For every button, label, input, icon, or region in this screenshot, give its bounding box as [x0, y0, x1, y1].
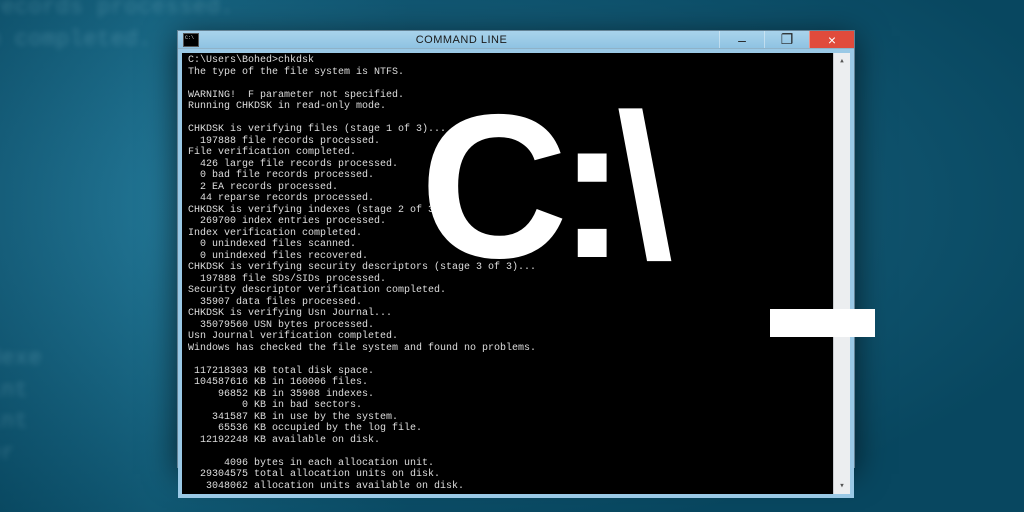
command-prompt-icon [178, 31, 204, 48]
console-output[interactable]: C:\Users\Bohed>chkdsk The type of the fi… [182, 53, 833, 494]
scroll-up-arrow[interactable]: ▴ [834, 53, 850, 69]
command-line-window: COMMAND LINE – ❐ × C:\Users\Bohed>chkdsk… [177, 30, 855, 468]
window-buttons: – ❐ × [719, 31, 854, 48]
maximize-button[interactable]: ❐ [764, 31, 809, 48]
client-area: C:\Users\Bohed>chkdsk The type of the fi… [182, 53, 850, 494]
titlebar[interactable]: COMMAND LINE – ❐ × [178, 31, 854, 49]
window-title: COMMAND LINE [204, 31, 719, 48]
scroll-down-arrow[interactable]: ▾ [834, 478, 850, 494]
minimize-button[interactable]: – [719, 31, 764, 48]
close-button[interactable]: × [809, 31, 854, 48]
scrollbar[interactable]: ▴ ▾ [833, 53, 850, 494]
client-frame: C:\Users\Bohed>chkdsk The type of the fi… [178, 49, 854, 498]
scroll-track[interactable] [834, 69, 850, 478]
